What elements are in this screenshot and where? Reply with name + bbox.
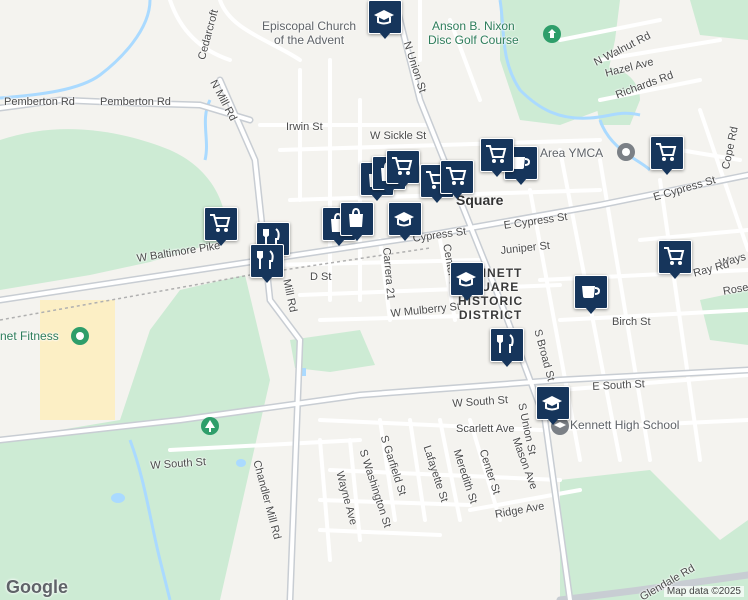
cart-icon (486, 145, 507, 163)
fitness-pin-icon[interactable] (70, 326, 90, 346)
school-icon (456, 272, 476, 287)
cart-marker[interactable] (440, 160, 474, 199)
map-canvas[interactable]: Cedarcroft N Mill Rd Pemberton Rd Pember… (0, 0, 748, 600)
cart-icon (210, 214, 231, 232)
bag-icon (349, 207, 363, 227)
poi-label-nixon-disc-golf[interactable]: Anson B. Nixon Disc Golf Course (428, 19, 519, 47)
school-icon (374, 10, 394, 25)
school-marker[interactable] (388, 202, 422, 241)
cart-icon (392, 157, 413, 175)
poi-label-episcopal-church[interactable]: Episcopal Church of the Advent (262, 19, 356, 47)
bag-marker[interactable] (340, 202, 374, 241)
poi-name-line-2: of the Advent (274, 33, 345, 47)
cart-icon (664, 247, 685, 265)
park-tree-pin-icon[interactable] (200, 416, 220, 436)
school-icon (542, 396, 562, 411)
cart-marker[interactable] (386, 150, 420, 189)
dining-marker[interactable] (490, 328, 524, 367)
park-pin-icon[interactable] (542, 24, 562, 44)
school-marker[interactable] (450, 262, 484, 301)
cart-marker[interactable] (650, 136, 684, 175)
poi-label-ymca[interactable]: Area YMCA (540, 146, 603, 160)
school-marker[interactable] (536, 386, 570, 425)
street-label-pemberton-rd: Pemberton Rd (4, 96, 75, 108)
poi-label-kennett-high-school[interactable]: Kennett High School (570, 418, 679, 432)
poi-label-fitness[interactable]: net Fitness (0, 329, 59, 343)
cart-marker[interactable] (204, 207, 238, 246)
cart-icon (446, 167, 467, 185)
ymca-pin-icon[interactable] (616, 142, 636, 162)
town-label: Square (456, 192, 504, 208)
street-label-irwin-st: Irwin St (286, 121, 323, 133)
cart-icon (656, 143, 677, 161)
poi-name-line-2: Disc Golf Course (428, 33, 519, 47)
street-label-scarlett-ave: Scarlett Ave (456, 423, 515, 435)
school-icon (394, 212, 414, 227)
coffee-marker[interactable] (574, 275, 608, 314)
cart-marker[interactable] (480, 138, 514, 177)
dining-icon (257, 250, 274, 269)
dining-marker[interactable] (250, 244, 284, 283)
street-label-d-st: D St (310, 271, 332, 283)
field-area (40, 300, 115, 420)
street-label-pemberton-rd-2: Pemberton Rd (100, 96, 171, 108)
cart-marker[interactable] (658, 240, 692, 279)
street-label-w-sickle-st: W Sickle St (370, 130, 427, 142)
coffee-icon (582, 286, 601, 298)
map-attribution[interactable]: Map data ©2025 (663, 586, 744, 597)
district-line-4: DISTRICT (458, 308, 523, 322)
poi-name-line-1: Anson B. Nixon (431, 19, 515, 33)
school-marker[interactable] (368, 0, 402, 39)
google-logo: Google (6, 577, 68, 597)
street-label-birch-st: Birch St (612, 316, 651, 328)
dining-icon (497, 334, 514, 353)
poi-name-line-1: Episcopal Church (262, 19, 357, 33)
